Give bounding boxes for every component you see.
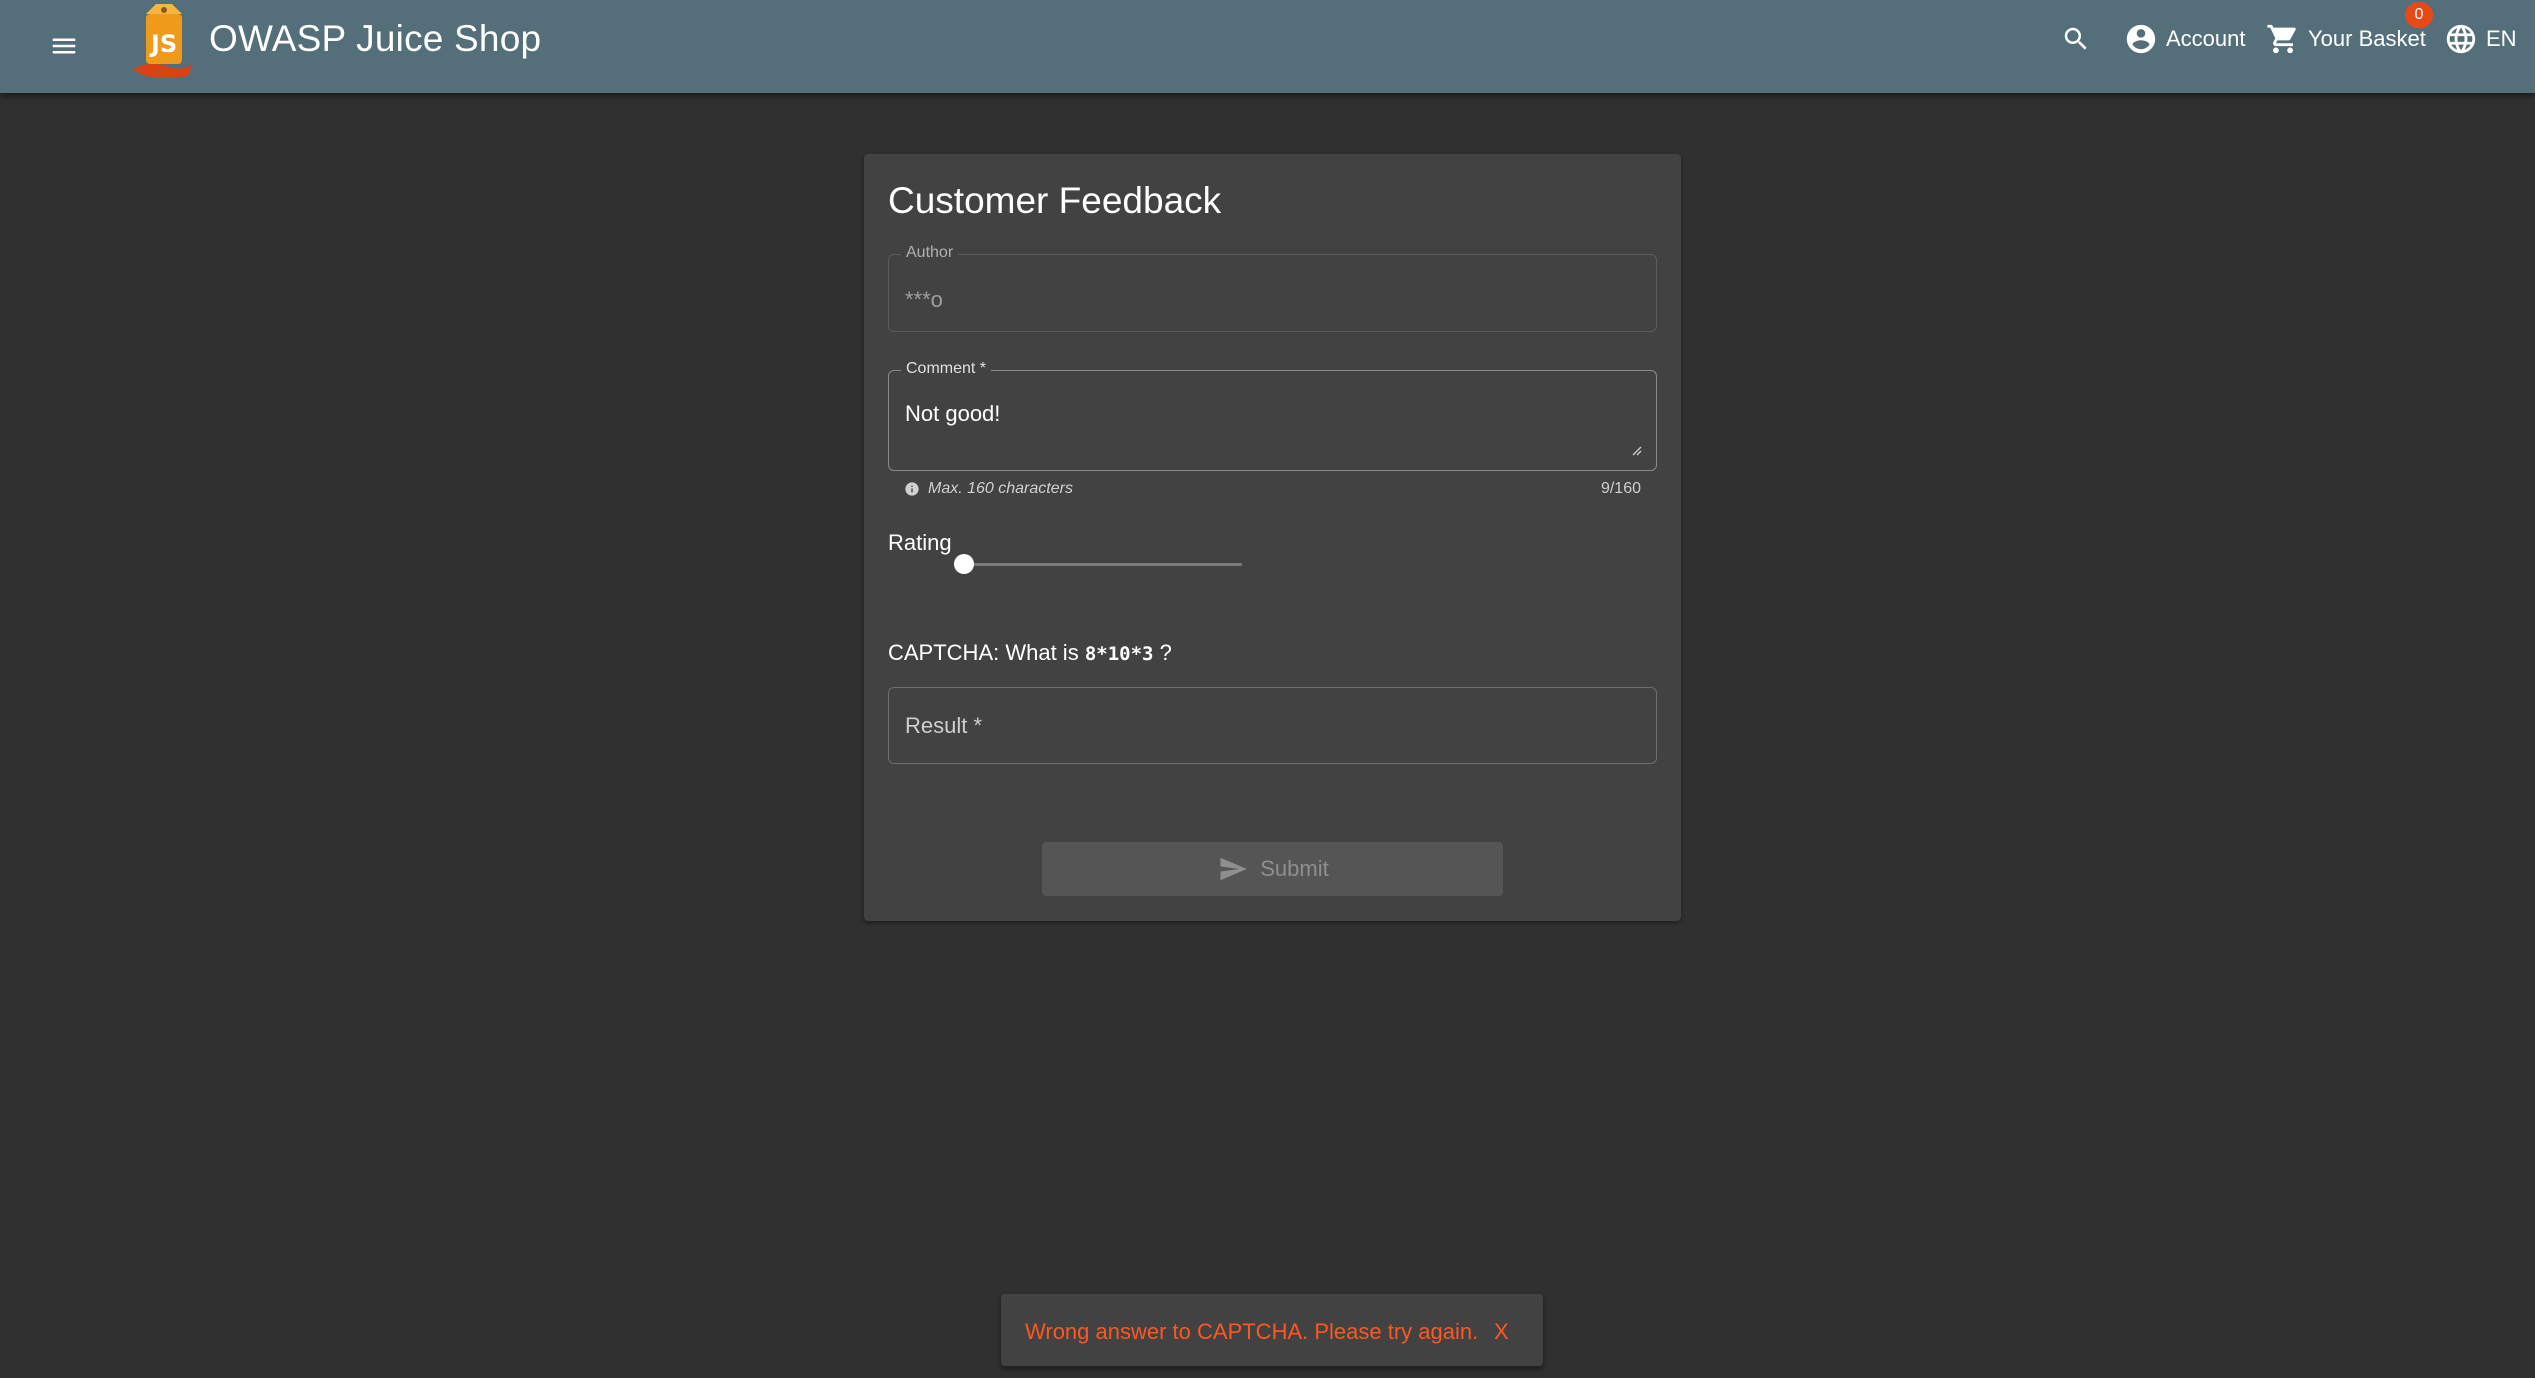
snackbar-close-button[interactable]: X (1494, 1319, 1509, 1345)
rating-slider-track[interactable] (964, 563, 1242, 566)
comment-hint: Max. 160 characters (904, 480, 1073, 498)
captcha-expression: 8*10*3 (1084, 643, 1154, 665)
basket-button[interactable]: Your Basket (2266, 18, 2426, 60)
captcha-suffix: ? (1153, 640, 1172, 665)
error-snackbar: Wrong answer to CAPTCHA. Please try agai… (1001, 1294, 1543, 1366)
author-field: Author ***o (888, 244, 1657, 332)
captcha-prefix: CAPTCHA: What is (888, 640, 1085, 665)
page-title: Customer Feedback (888, 180, 1222, 221)
captcha-question: CAPTCHA: What is 8*10*3 ? (888, 640, 1172, 666)
search-icon (2064, 27, 2087, 50)
comment-hint-text: Max. 160 characters (928, 480, 1073, 497)
account-label: Account (2166, 26, 2246, 51)
feedback-card: Customer Feedback Author ***o Comment * … (864, 154, 1681, 921)
globe-icon (2446, 24, 2476, 54)
shopping-cart-icon (2267, 24, 2296, 54)
comment-label: Comment * (901, 360, 992, 378)
top-toolbar: JS OWASP Juice Shop Account Your Basket … (0, 0, 2535, 93)
rating-label: Rating (888, 530, 952, 555)
author-value: ***o (905, 287, 943, 312)
language-button[interactable]: EN (2444, 18, 2517, 60)
juice-shop-logo[interactable]: JS (126, 0, 196, 78)
app-title[interactable]: OWASP Juice Shop (209, 18, 541, 60)
snackbar-message: Wrong answer to CAPTCHA. Please try agai… (1025, 1319, 1479, 1344)
basket-count-badge: 0 (2405, 2, 2433, 28)
search-button[interactable] (2054, 17, 2098, 61)
result-placeholder: Result * (905, 713, 983, 738)
hamburger-menu-icon (52, 38, 76, 54)
submit-label: Submit (1260, 856, 1329, 881)
info-icon (905, 482, 919, 496)
menu-button[interactable] (40, 22, 88, 70)
account-button[interactable]: Account (2124, 18, 2246, 60)
rating-slider[interactable] (954, 552, 1242, 576)
rating-slider-thumb[interactable] (954, 554, 974, 574)
resize-handle-icon[interactable] (1630, 444, 1642, 456)
comment-counter: 9/160 (1600, 480, 1641, 497)
comment-value[interactable]: Not good! (905, 401, 1000, 427)
language-label: EN (2486, 26, 2517, 51)
submit-button[interactable]: Submit (1042, 842, 1503, 896)
send-icon (1220, 857, 1247, 881)
logo-letters: JS (149, 30, 177, 58)
author-label: Author (901, 244, 959, 262)
account-circle-icon (2126, 24, 2156, 54)
comment-field[interactable]: Comment * Not good! (888, 360, 1657, 471)
basket-label: Your Basket (2308, 26, 2426, 51)
captcha-result-input[interactable]: Result * (888, 687, 1657, 764)
